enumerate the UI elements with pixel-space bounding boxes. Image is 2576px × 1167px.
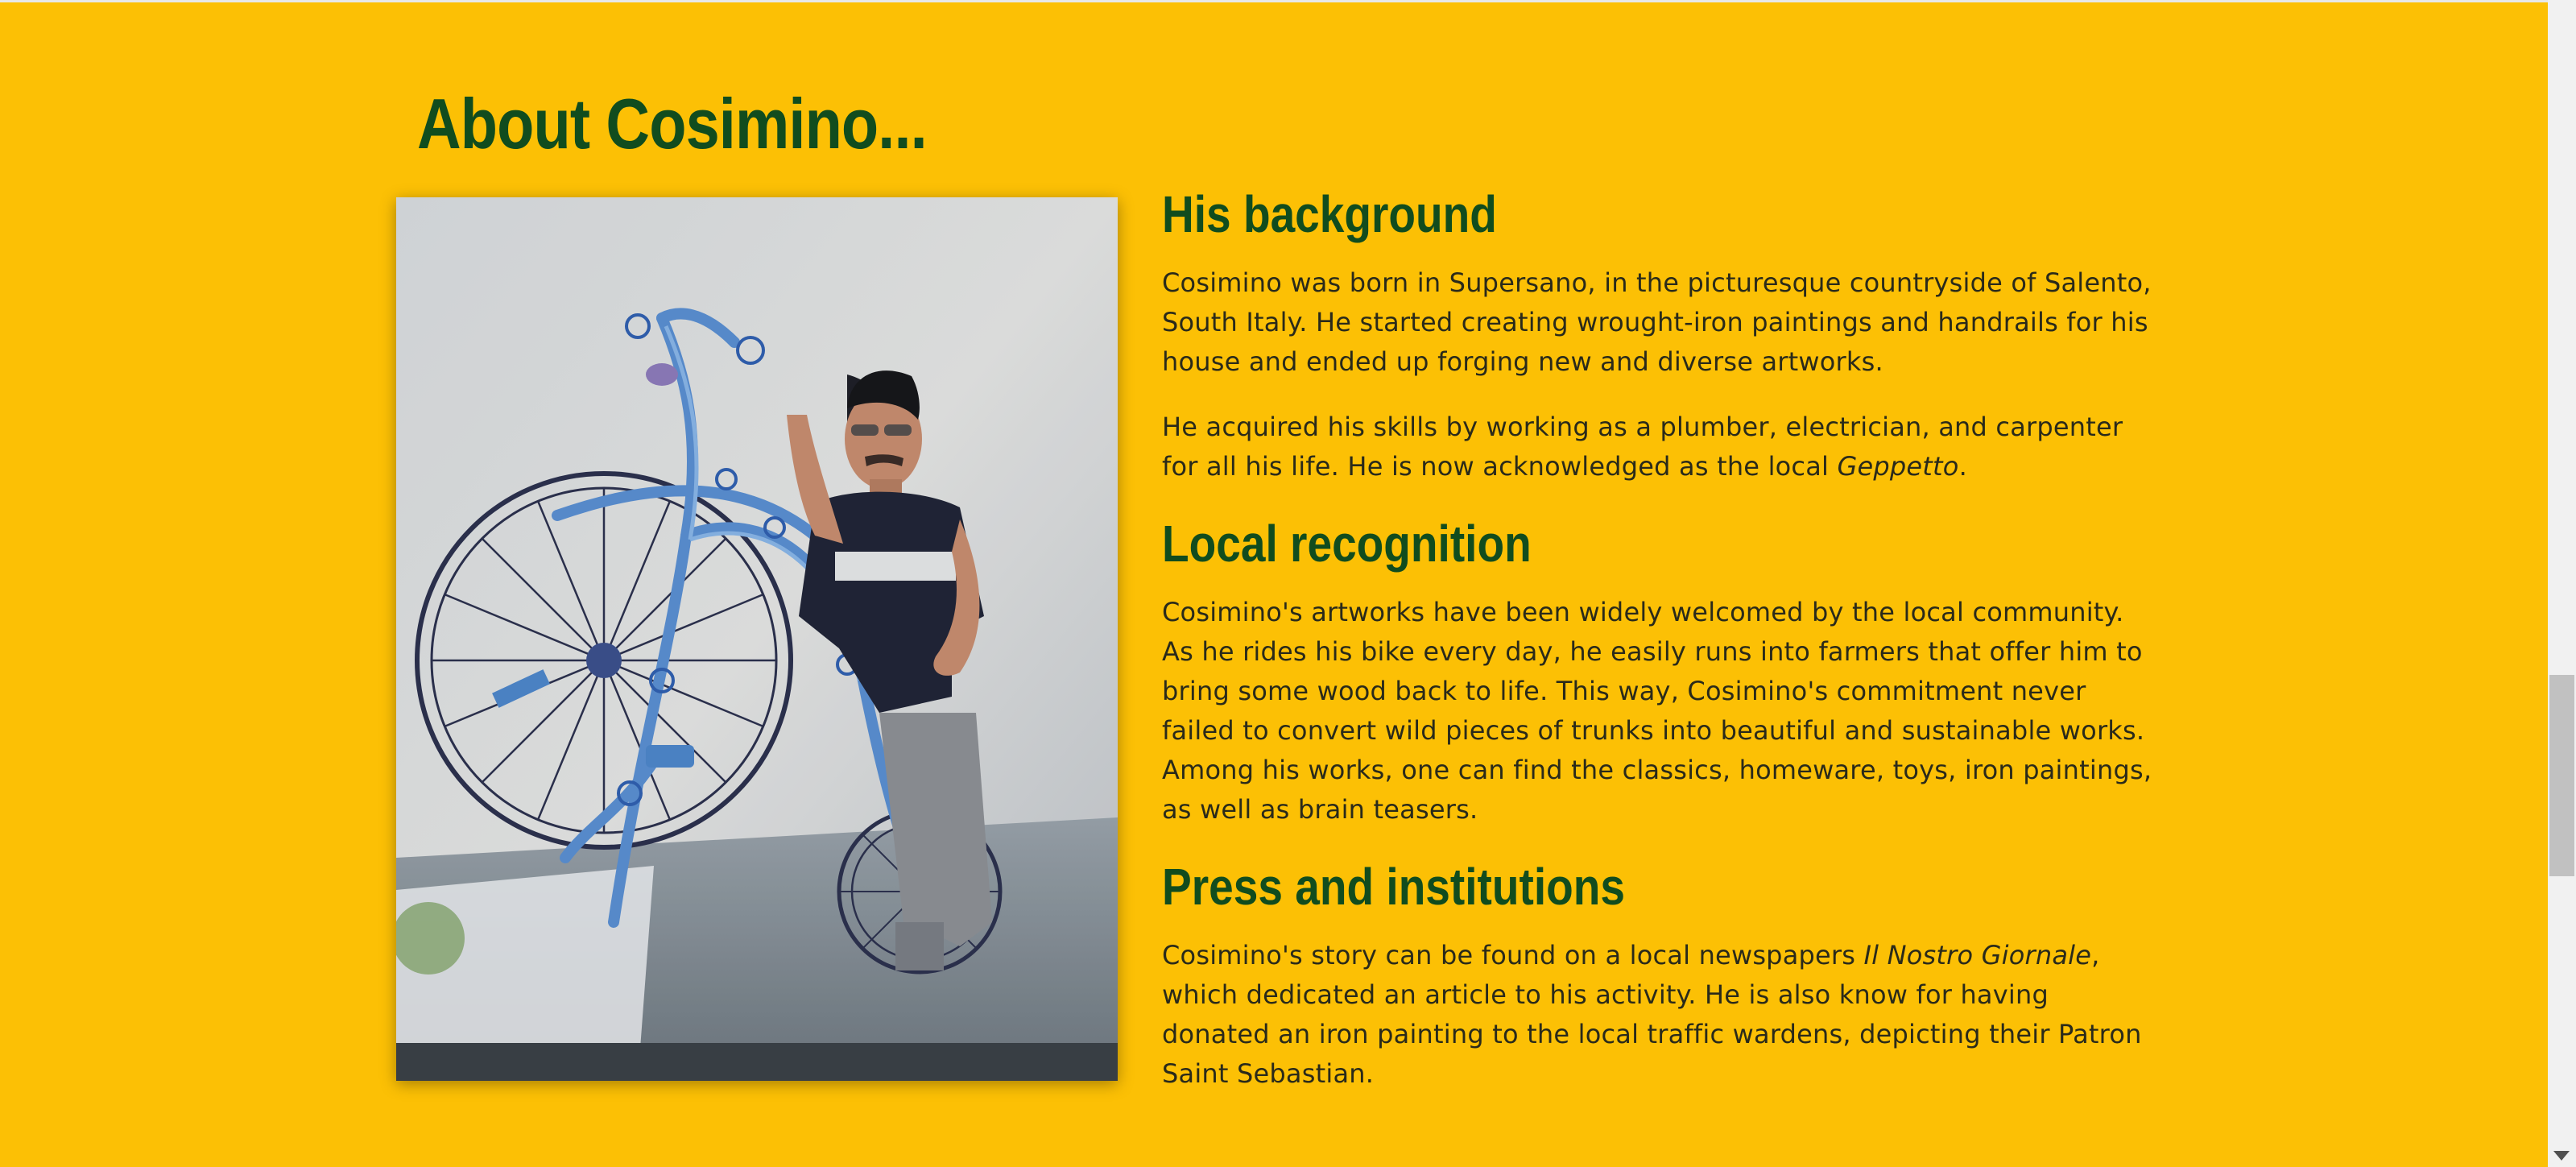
section-heading-recognition: Local recognition [1162, 515, 1532, 573]
section-heading-press: Press and institutions [1162, 858, 1625, 916]
scrollbar-thumb[interactable] [2549, 675, 2574, 876]
about-text-column: His background Cosimino was born in Supe… [1162, 180, 2160, 1094]
cosimino-photo [396, 197, 1118, 1081]
geppetto-emphasis: Geppetto [1837, 451, 1959, 482]
page-title: About Cosimino... [417, 84, 928, 163]
background-paragraph-1: Cosimino was born in Supersano, in the p… [1162, 267, 2152, 377]
newspaper-name-emphasis: Il Nostro Giornale [1863, 940, 2092, 970]
scrollbar[interactable] [2548, 0, 2576, 1167]
section-heading-background: His background [1162, 185, 1497, 243]
text-span: He acquired his skills by working as a p… [1162, 412, 2123, 482]
text-span: . [1958, 451, 1967, 482]
text-span: Cosimino's story can be found on a local… [1162, 940, 1864, 970]
about-section: About Cosimino... His background Cosimin… [0, 2, 2548, 1167]
scroll-down-arrow-icon[interactable] [2553, 1151, 2570, 1161]
background-paragraph-2: He acquired his skills by working as a p… [1162, 408, 2160, 486]
press-paragraph: Cosimino's story can be found on a local… [1162, 936, 2160, 1094]
recognition-paragraph: Cosimino's artworks have been widely wel… [1162, 597, 2152, 825]
